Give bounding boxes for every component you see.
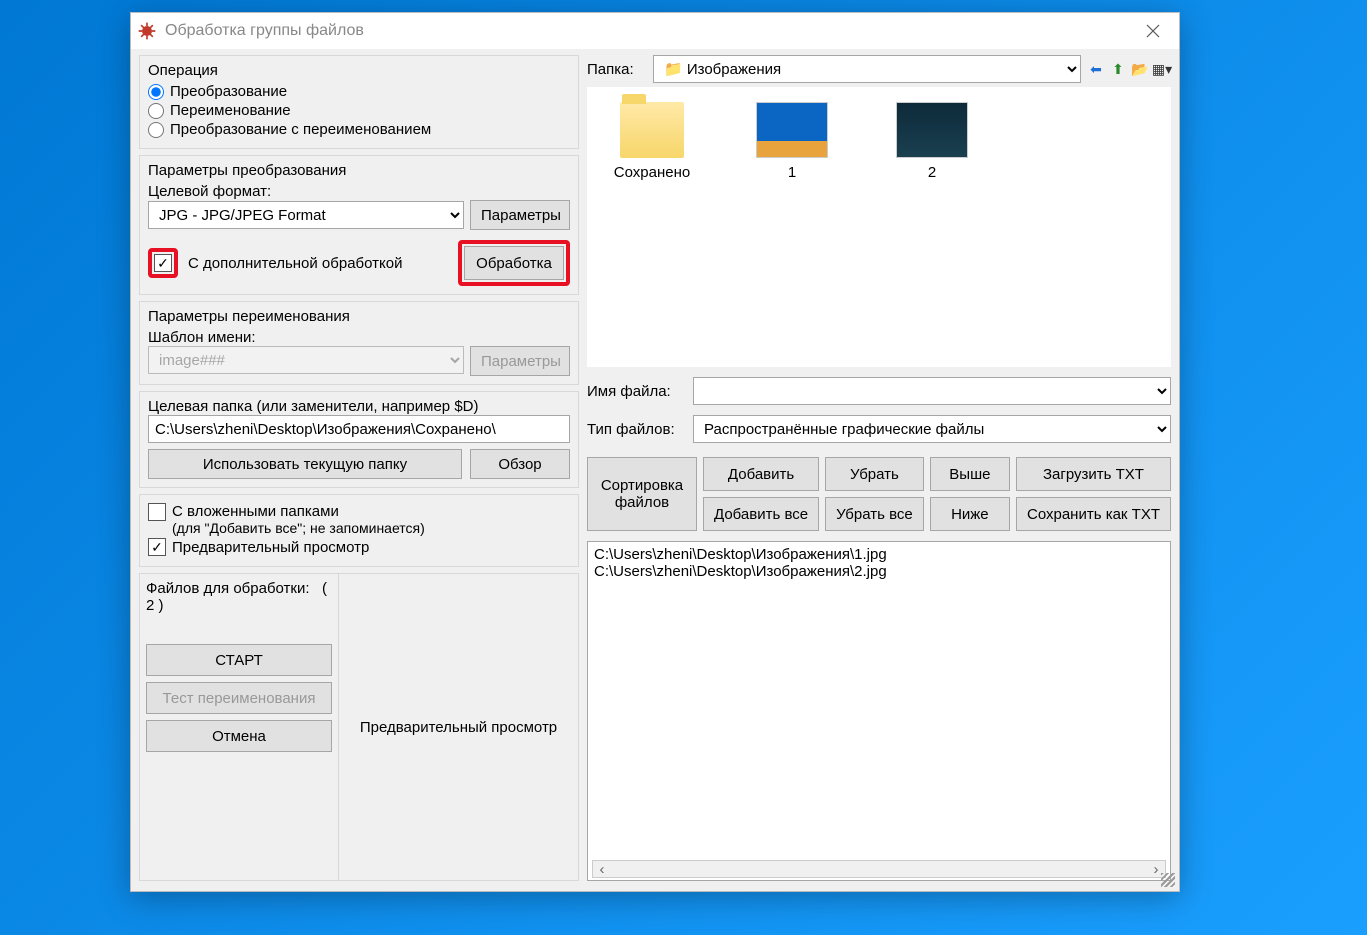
remove-button[interactable]: Убрать <box>825 457 924 491</box>
batch-dialog: Обработка группы файлов Операция Преобра… <box>130 12 1180 892</box>
file-browser[interactable]: Сохранено 1 2 <box>587 87 1171 367</box>
browse-button[interactable]: Обзор <box>470 449 570 479</box>
conversion-group: Параметры преобразования Целевой формат:… <box>139 155 579 295</box>
left-column: Операция Преобразование Переименование П… <box>139 55 579 881</box>
folder-icon <box>620 102 684 158</box>
rename-group: Параметры переименования Шаблон имени: i… <box>139 301 579 385</box>
view-menu-icon[interactable]: ▦▾ <box>1153 60 1171 78</box>
target-format-label: Целевой формат: <box>148 183 570 200</box>
file-list[interactable]: C:\Users\zheni\Desktop\Изображения\1.jpg… <box>587 541 1171 881</box>
remove-all-button[interactable]: Убрать все <box>825 497 924 531</box>
preview-label: Предварительный просмотр <box>172 539 369 556</box>
preview-panel: Предварительный просмотр <box>339 573 579 881</box>
operation-group-title: Операция <box>148 62 570 79</box>
image-item-2[interactable]: 2 <box>882 102 982 181</box>
operation-group: Операция Преобразование Переименование П… <box>139 55 579 149</box>
use-current-folder-button[interactable]: Использовать текущую папку <box>148 449 462 479</box>
load-txt-button[interactable]: Загрузить TXT <box>1016 457 1171 491</box>
target-folder-input[interactable] <box>148 415 570 443</box>
format-params-button[interactable]: Параметры <box>470 200 570 230</box>
move-down-button[interactable]: Ниже <box>930 497 1010 531</box>
start-button[interactable]: СТАРТ <box>146 644 332 676</box>
radio-convert-rename[interactable]: Преобразование с переименованием <box>148 121 570 138</box>
horizontal-scrollbar[interactable]: ‹ › <box>592 860 1166 878</box>
filetype-select[interactable]: Распространённые графические файлы <box>693 415 1171 443</box>
folder-label: Папка: <box>587 61 647 78</box>
file-list-item[interactable]: C:\Users\zheni\Desktop\Изображения\1.jpg <box>594 546 1164 563</box>
folder-item[interactable]: Сохранено <box>602 102 702 181</box>
app-icon <box>137 21 157 41</box>
back-icon[interactable]: ⬅ <box>1087 60 1105 78</box>
subfolders-hint: (для "Добавить все"; не запоминается) <box>172 520 425 536</box>
content: Операция Преобразование Переименование П… <box>131 49 1179 891</box>
resize-grip[interactable] <box>1161 873 1175 887</box>
thumbnail-icon <box>896 102 968 158</box>
preview-checkbox[interactable]: ✓ <box>148 538 166 556</box>
radio-rename[interactable]: Переименование <box>148 102 570 119</box>
processing-button[interactable]: Обработка <box>464 246 564 280</box>
radio-convert[interactable]: Преобразование <box>148 83 570 100</box>
add-all-button[interactable]: Добавить все <box>703 497 819 531</box>
move-up-button[interactable]: Выше <box>930 457 1010 491</box>
cancel-button[interactable]: Отмена <box>146 720 332 752</box>
filename-label: Имя файла: <box>587 383 687 400</box>
target-format-select[interactable]: JPG - JPG/JPEG Format <box>148 201 464 229</box>
target-folder-group: Целевая папка (или заменители, например … <box>139 391 579 488</box>
image-item-1[interactable]: 1 <box>742 102 842 181</box>
subfolders-checkbox[interactable] <box>148 503 166 521</box>
save-txt-button[interactable]: Сохранить как TXT <box>1016 497 1171 531</box>
filename-select[interactable] <box>693 377 1171 405</box>
rename-template-select: image### <box>148 346 464 374</box>
sort-files-button[interactable]: Сортировка файлов <box>587 457 697 531</box>
extra-processing-checkbox[interactable]: ✓ <box>154 254 172 272</box>
new-folder-icon[interactable]: 📂 <box>1131 60 1149 78</box>
window-title: Обработка группы файлов <box>165 22 364 40</box>
conversion-group-title: Параметры преобразования <box>148 162 570 179</box>
filetype-label: Тип файлов: <box>587 421 687 438</box>
titlebar: Обработка группы файлов <box>131 13 1179 49</box>
right-column: Папка: 📁 Изображения ⬅ ⬆ 📂 ▦▾ Сохранено <box>587 55 1171 881</box>
target-folder-label: Целевая папка (или заменители, например … <box>148 398 570 415</box>
files-count-label: Файлов для обработки: <box>146 580 310 597</box>
test-rename-button: Тест переименования <box>146 682 332 714</box>
thumbnail-icon <box>756 102 828 158</box>
footer-actions: Файлов для обработки: ( 2 ) СТАРТ Тест п… <box>139 573 339 881</box>
rename-template-label: Шаблон имени: <box>148 329 570 346</box>
up-folder-icon[interactable]: ⬆ <box>1109 60 1127 78</box>
extra-processing-label: С дополнительной обработкой <box>188 255 452 272</box>
rename-params-button: Параметры <box>470 346 570 376</box>
scroll-left-icon[interactable]: ‹ <box>593 861 611 878</box>
rename-group-title: Параметры переименования <box>148 308 570 325</box>
folder-select[interactable]: 📁 Изображения <box>653 55 1081 83</box>
file-list-item[interactable]: C:\Users\zheni\Desktop\Изображения\2.jpg <box>594 563 1164 580</box>
add-button[interactable]: Добавить <box>703 457 819 491</box>
subfolders-label: С вложенными папками <box>172 503 425 520</box>
options-group: С вложенными папками (для "Добавить все"… <box>139 494 579 567</box>
close-button[interactable] <box>1133 16 1173 46</box>
close-icon <box>1146 24 1160 38</box>
